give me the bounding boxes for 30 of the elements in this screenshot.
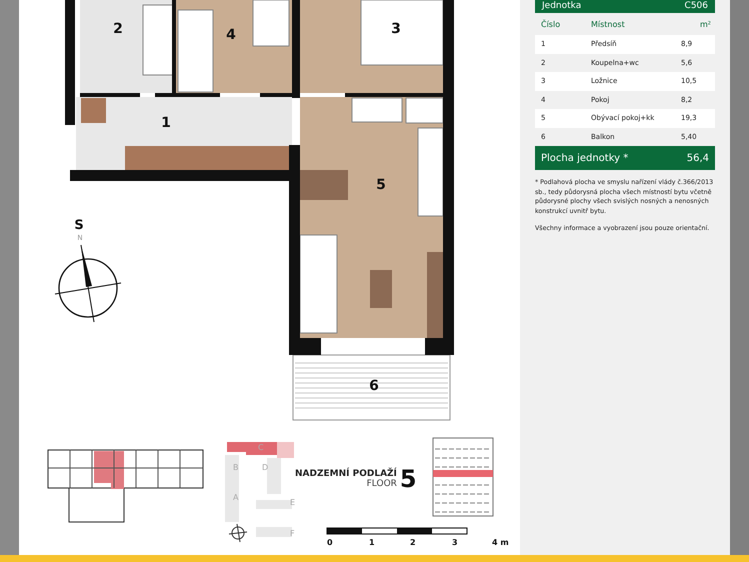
scale-label: 2 (410, 538, 416, 547)
room-number: 4 (226, 27, 236, 43)
room-number: 3 (391, 21, 401, 37)
building-letter: B (233, 463, 238, 472)
compass-icon (54, 244, 122, 322)
room-number: 5 (376, 177, 386, 193)
scale-label: 0 (327, 538, 333, 547)
column-header: Místnost (591, 20, 626, 28)
scale-label: 3 (452, 538, 458, 547)
building-letter: F (290, 529, 295, 538)
room-number: 2 (113, 21, 123, 37)
compass-label: S (74, 218, 84, 233)
scale-label: 4 m (492, 538, 509, 547)
unit-code: C506 (684, 1, 708, 12)
room-number: 6 (369, 378, 379, 394)
floor-sublabel: FLOOR (366, 479, 397, 489)
total-value: 56,4 (686, 152, 709, 164)
compass-icon (228, 524, 248, 542)
column-header: Číslo (540, 20, 562, 28)
floor-label: NADZEMNÍ PODLAŽÍ (295, 469, 397, 479)
column-header: m² (699, 20, 712, 28)
building-letter: A (233, 493, 238, 502)
building-letter: C (258, 443, 264, 452)
total-label: Plocha jednotky * (541, 152, 628, 164)
building-letter: D (262, 463, 268, 472)
scale-label: 1 (369, 538, 375, 547)
building-letter: E (290, 498, 296, 507)
table-title: Jednotka (542, 1, 582, 12)
floor-number: 5 (400, 467, 417, 491)
room-number: 1 (161, 115, 171, 131)
